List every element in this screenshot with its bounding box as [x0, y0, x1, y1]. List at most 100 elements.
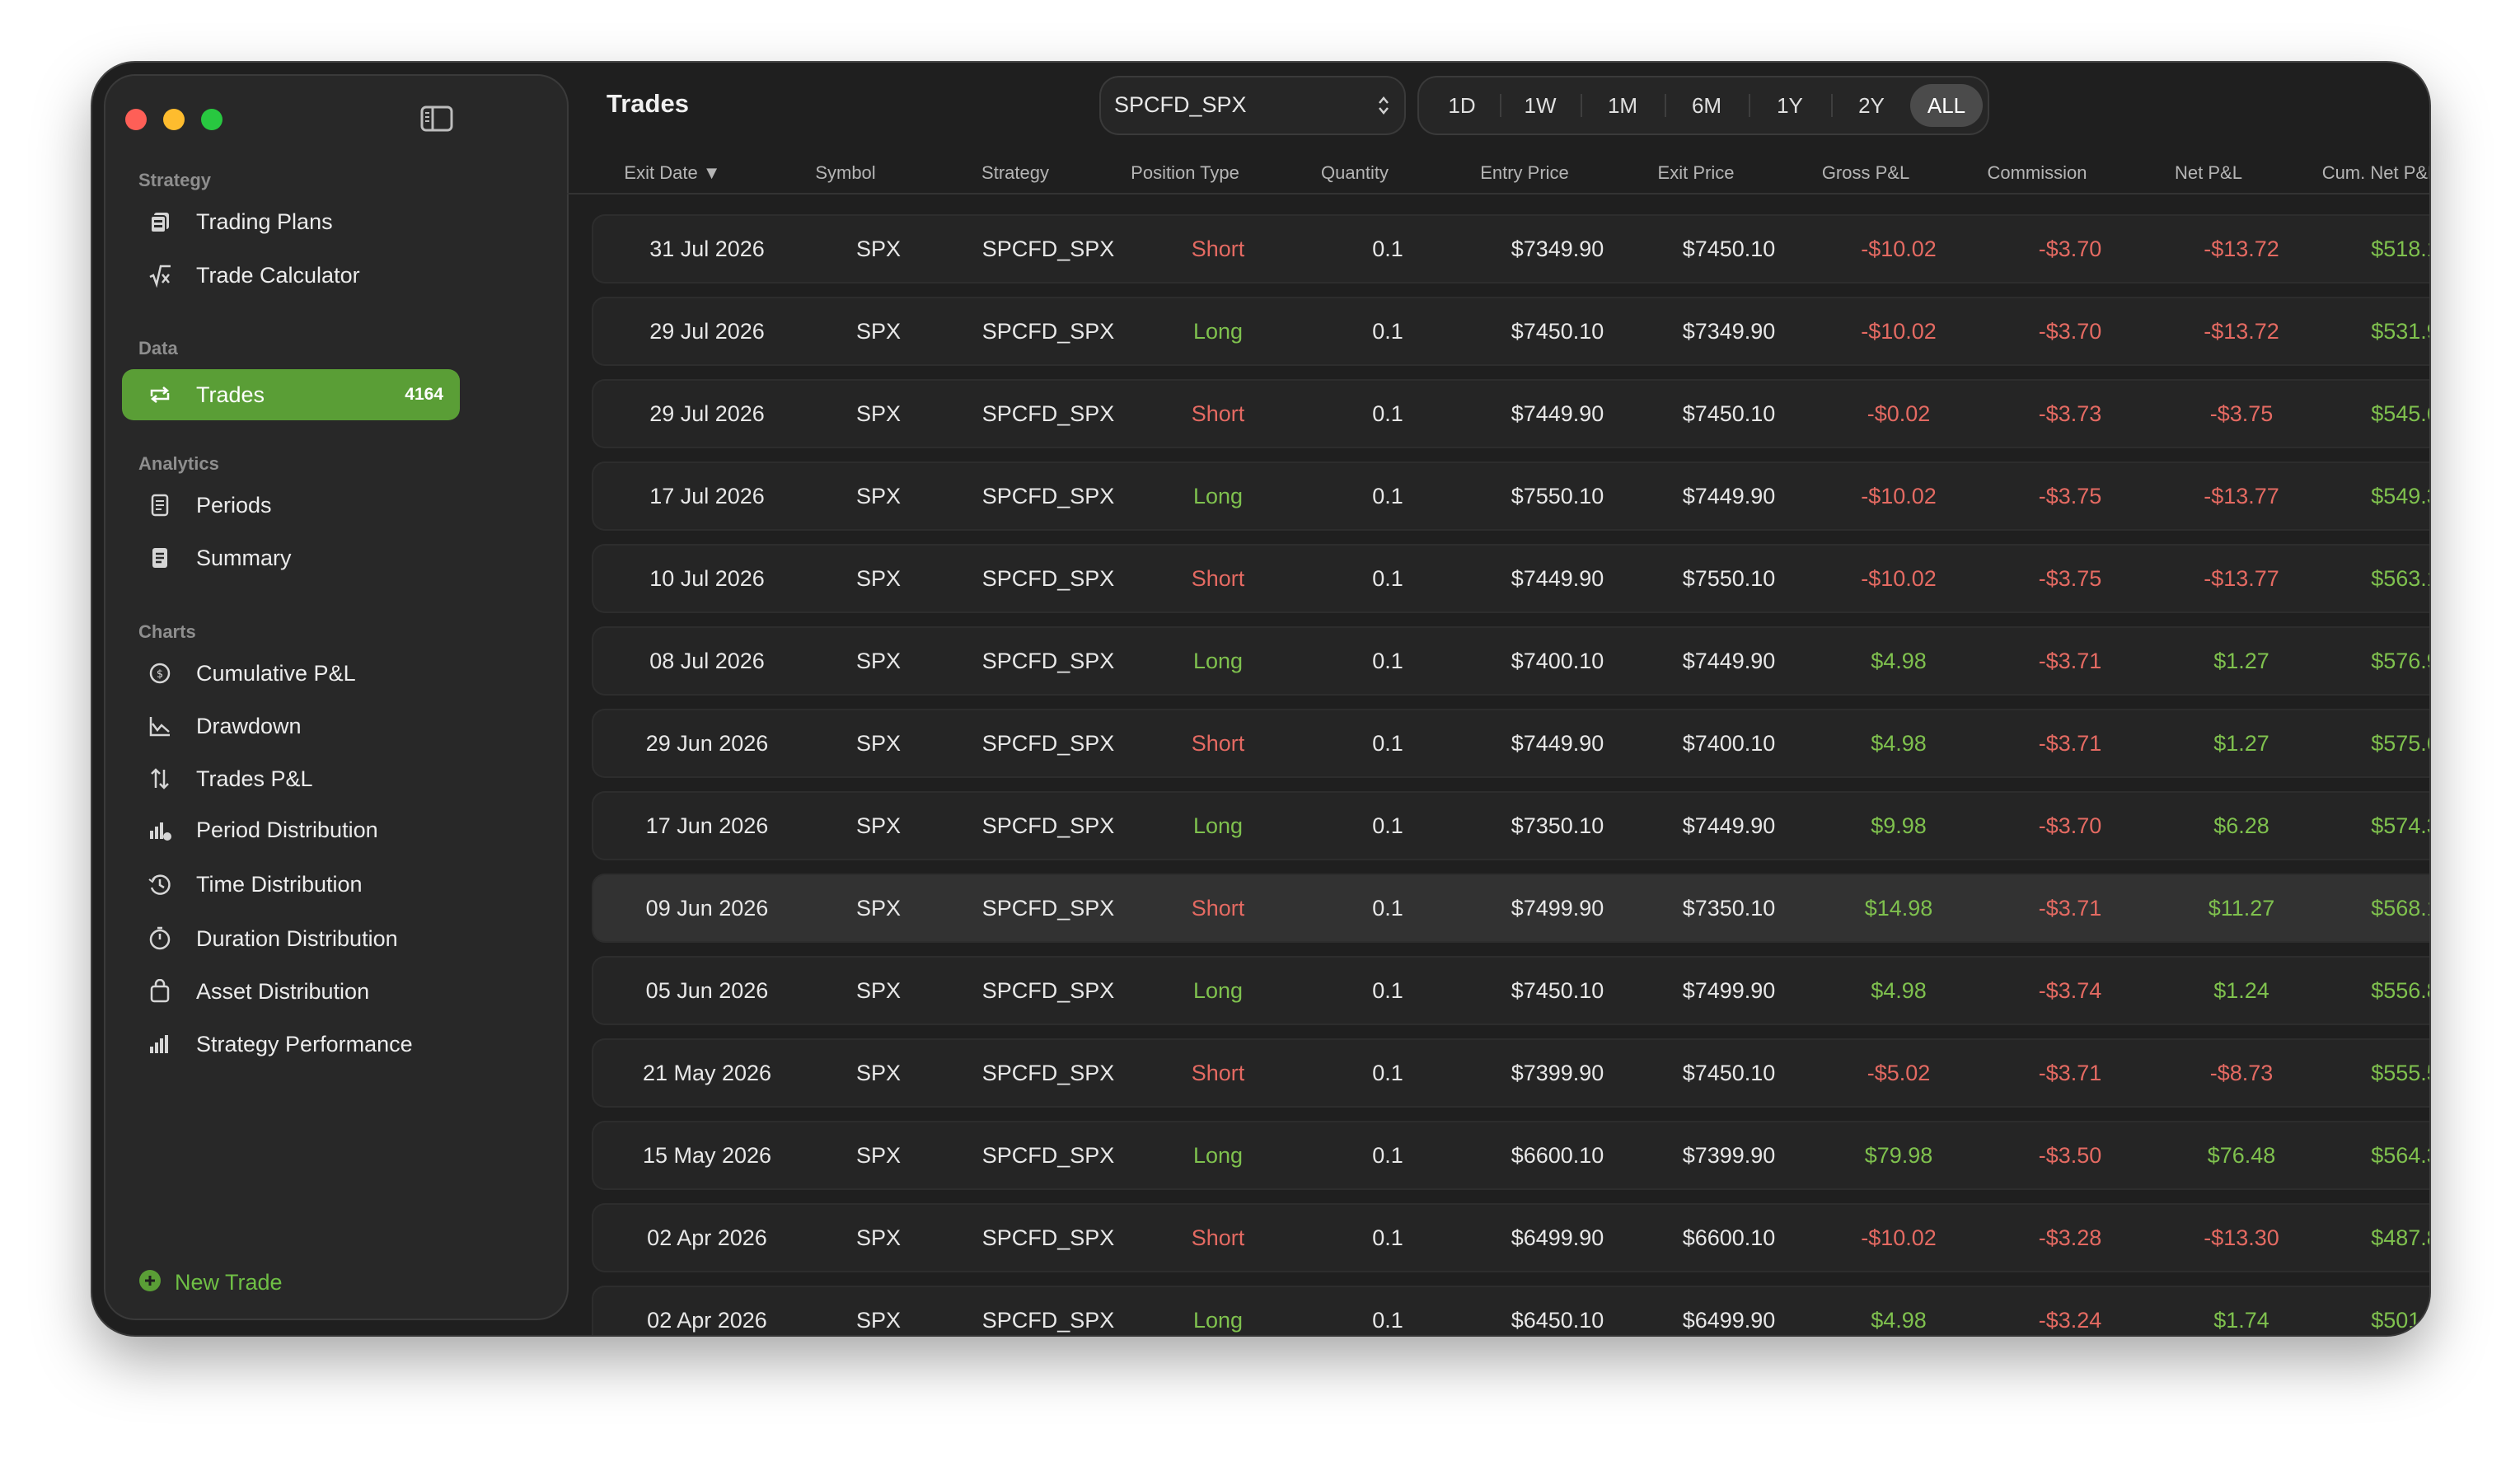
column-header-quantity[interactable]: Quantity [1272, 162, 1437, 184]
table-row[interactable]: 10 Jul 2026 SPX SPCFD_SPX Short 0.1 $7449.90 $… [593, 546, 2429, 611]
cell-position-type: Long [1192, 978, 1244, 1003]
zoom-window-button[interactable] [201, 109, 222, 130]
sidebar-item-trading-plans[interactable]: Trading Plans [122, 196, 460, 247]
symbol-select[interactable]: SPCFD_SPX [1101, 77, 1404, 134]
cell-position-type: Long [1192, 484, 1244, 508]
sidebar-item-period-distribution[interactable]: Period Distribution [122, 804, 460, 855]
column-header-gross-pnl[interactable]: Gross P&L [1783, 162, 1948, 184]
column-header-exit-price[interactable]: Exit Price [1614, 162, 1778, 184]
cell-exit-date: 08 Jul 2026 [649, 649, 765, 673]
cell-entry-price: $7449.90 [1511, 566, 1604, 591]
column-header-symbol[interactable]: Symbol [763, 162, 928, 184]
column-header-commission[interactable]: Commission [1955, 162, 2120, 184]
cell-position-type: Short [1191, 401, 1245, 426]
up-down-arrows-icon [147, 766, 173, 792]
section-label-strategy: Strategy [138, 170, 212, 190]
table-row[interactable]: 29 Jul 2026 SPX SPCFD_SPX Long 0.1 $7450.10 $7… [593, 298, 2429, 364]
cell-gross-pnl: -$5.02 [1867, 1061, 1931, 1085]
periods-icon [147, 492, 173, 518]
column-header-entry-price[interactable]: Entry Price [1442, 162, 1607, 184]
table-row[interactable]: 02 Apr 2026 SPX SPCFD_SPX Short 0.1 $6499.90 $… [593, 1205, 2429, 1271]
cell-strategy: SPCFD_SPX [981, 978, 1115, 1003]
cell-quantity: 0.1 [1372, 566, 1403, 591]
cell-cum-net-pnl: $564.32 [2371, 1143, 2429, 1168]
section-label-data: Data [138, 338, 178, 358]
sidebar-item-label: Trades [196, 382, 265, 407]
range-6m-button[interactable]: 6M [1666, 84, 1747, 127]
cell-strategy: SPCFD_SPX [981, 319, 1115, 344]
cell-net-pnl: -$13.77 [2204, 566, 2279, 591]
sidebar-item-duration-distribution[interactable]: Duration Distribution [122, 913, 460, 964]
cell-cum-net-pnl: $563.15 [2371, 566, 2429, 591]
section-label-analytics: Analytics [138, 453, 219, 474]
cell-commission: -$3.74 [2038, 978, 2102, 1003]
cell-symbol: SPX [855, 896, 902, 921]
cell-symbol: SPX [855, 566, 902, 591]
cell-commission: -$3.28 [2038, 1225, 2102, 1250]
table-row[interactable]: 02 Apr 2026 SPX SPCFD_SPX Long 0.1 $6450.10 $6… [593, 1287, 2429, 1335]
main-content: Trades SPCFD_SPX 1D 1W 1M 6M 1Y 2Y ALL E… [567, 63, 2429, 1335]
calculator-icon [147, 262, 173, 288]
cell-net-pnl: $1.24 [2213, 978, 2269, 1003]
sidebar-item-drawdown[interactable]: Drawdown [122, 700, 460, 752]
trades-count-badge: 4164 [405, 385, 443, 404]
range-2y-button[interactable]: 2Y [1833, 84, 1910, 127]
table-row[interactable]: 05 Jun 2026 SPX SPCFD_SPX Long 0.1 $7450.10 $7… [593, 958, 2429, 1024]
range-1y-button[interactable]: 1Y [1750, 84, 1829, 127]
sidebar-item-label: Trades P&L [196, 766, 313, 791]
range-1w-button[interactable]: 1W [1501, 84, 1579, 127]
column-header-exit-date[interactable]: Exit Date ▼ [590, 162, 755, 184]
column-header-net-pnl[interactable]: Net P&L [2126, 162, 2291, 184]
close-window-button[interactable] [125, 109, 147, 130]
cell-gross-pnl: -$10.02 [1861, 566, 1937, 591]
cell-gross-pnl: -$10.02 [1861, 1225, 1937, 1250]
cell-exit-date: 02 Apr 2026 [647, 1225, 767, 1250]
column-header-strategy[interactable]: Strategy [933, 162, 1098, 184]
column-header-position-type[interactable]: Position Type [1103, 162, 1267, 184]
cell-exit-price: $7450.10 [1682, 1061, 1776, 1085]
new-trade-button[interactable]: New Trade [138, 1269, 283, 1296]
cell-gross-pnl: $4.98 [1871, 1308, 1927, 1333]
bar-chart-icon [147, 817, 173, 843]
table-row[interactable]: 29 Jul 2026 SPX SPCFD_SPX Short 0.1 $7449.90 $… [593, 381, 2429, 447]
cell-cum-net-pnl: $556.83 [2371, 978, 2429, 1003]
cell-net-pnl: -$13.30 [2204, 1225, 2279, 1250]
cell-commission: -$3.75 [2038, 566, 2102, 591]
cell-position-type: Long [1192, 1143, 1244, 1168]
sidebar-item-summary[interactable]: Summary [122, 532, 460, 583]
sidebar-item-periods[interactable]: Periods [122, 480, 460, 531]
cell-exit-price: $7449.90 [1682, 484, 1776, 508]
cell-commission: -$3.70 [2038, 319, 2102, 344]
minimize-window-button[interactable] [163, 109, 185, 130]
cell-entry-price: $7450.10 [1511, 319, 1604, 344]
table-row[interactable]: 15 May 2026 SPX SPCFD_SPX Long 0.1 $6600.10 $7… [593, 1122, 2429, 1188]
range-1m-button[interactable]: 1M [1582, 84, 1663, 127]
cell-entry-price: $6450.10 [1511, 1308, 1604, 1333]
sidebar-item-strategy-performance[interactable]: Strategy Performance [122, 1019, 460, 1070]
sidebar-item-trades[interactable]: Trades 4164 [122, 369, 460, 420]
table-row[interactable]: 31 Jul 2026 SPX SPCFD_SPX Short 0.1 $7349.90 $… [593, 216, 2429, 282]
sidebar-item-trades-pnl[interactable]: Trades P&L [122, 753, 460, 804]
sidebar-item-time-distribution[interactable]: Time Distribution [122, 859, 460, 910]
sidebar-item-asset-distribution[interactable]: Asset Distribution [122, 966, 460, 1017]
sidebar-item-label: Period Distribution [196, 817, 378, 842]
sidebar-item-cumulative-pnl[interactable]: $ Cumulative P&L [122, 648, 460, 699]
cell-entry-price: $7550.10 [1511, 484, 1604, 508]
trading-plans-icon [147, 208, 173, 235]
column-header-cum-net-pnl[interactable]: Cum. Net P&L [2298, 162, 2429, 184]
range-all-button[interactable]: ALL [1910, 84, 1983, 127]
cell-quantity: 0.1 [1372, 1225, 1403, 1250]
table-row[interactable]: 21 May 2026 SPX SPCFD_SPX Short 0.1 $7399.90 $… [593, 1040, 2429, 1106]
range-1d-button[interactable]: 1D [1426, 84, 1498, 127]
table-row[interactable]: 17 Jun 2026 SPX SPCFD_SPX Long 0.1 $7350.10 $7… [593, 793, 2429, 859]
cell-gross-pnl: $79.98 [1864, 1143, 1933, 1168]
bar-chart-icon [147, 1031, 173, 1057]
sidebar-toggle-icon[interactable] [419, 102, 455, 135]
cell-exit-date: 09 Jun 2026 [645, 896, 769, 921]
table-row[interactable]: 09 Jun 2026 SPX SPCFD_SPX Short 0.1 $7499.90 $… [593, 875, 2429, 941]
table-row[interactable]: 17 Jul 2026 SPX SPCFD_SPX Long 0.1 $7550.10 $7… [593, 463, 2429, 529]
cell-gross-pnl: $9.98 [1871, 813, 1927, 838]
sidebar-item-trade-calculator[interactable]: Trade Calculator [122, 250, 460, 301]
table-row[interactable]: 29 Jun 2026 SPX SPCFD_SPX Short 0.1 $7449.90 $… [593, 710, 2429, 776]
table-row[interactable]: 08 Jul 2026 SPX SPCFD_SPX Long 0.1 $7400.10 $7… [593, 628, 2429, 694]
